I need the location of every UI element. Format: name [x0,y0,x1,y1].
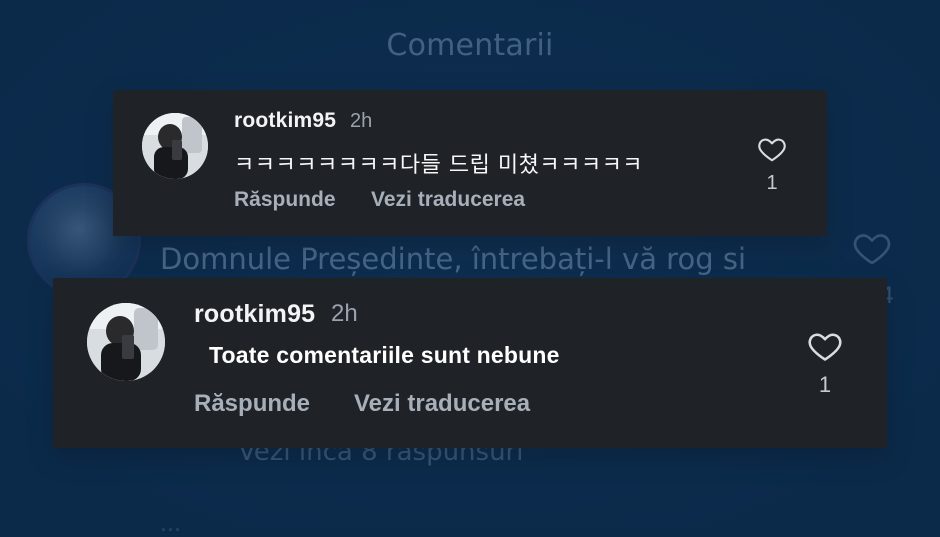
comment-card-translated: rootkim95 2h Toate comentariile sunt neb… [53,278,887,448]
dimmed-comments-background: Comentarii Domnule Președinte, întrebați… [0,0,940,537]
comments-section-title: Comentarii [386,28,554,63]
comment-text: ㅋㅋㅋㅋㅋㅋㅋㅋ다들 드립 미쳤ㅋㅋㅋㅋㅋ [234,153,644,178]
like-group: 1 [805,328,845,398]
user-avatar[interactable] [87,303,165,381]
background-bottom-text: ... [160,512,181,537]
comment-username[interactable]: rootkim95 [194,300,315,329]
heart-outline-icon[interactable] [805,328,845,364]
comment-timestamp: 2h [331,300,358,327]
see-translation-button[interactable]: Vezi traducerea [371,188,525,212]
comment-timestamp: 2h [350,110,373,132]
heart-outline-icon[interactable] [755,134,789,164]
reply-button[interactable]: Răspunde [194,390,310,418]
background-comment-text: Domnule Președinte, întrebați-l vă rog s… [160,242,747,276]
user-avatar[interactable] [142,113,208,179]
like-group: 1 [755,134,789,195]
reply-button[interactable]: Răspunde [234,188,336,212]
comment-card-original: rootkim95 2h ㅋㅋㅋㅋㅋㅋㅋㅋ다들 드립 미쳤ㅋㅋㅋㅋㅋ Răspu… [113,90,827,236]
like-count: 1 [766,172,778,194]
translated-comment-text: Toate comentariile sunt nebune [209,342,560,368]
like-count: 1 [818,372,832,397]
see-translation-button[interactable]: Vezi traducerea [354,390,530,418]
background-heart-icon [850,228,894,268]
comment-username[interactable]: rootkim95 [234,109,336,133]
